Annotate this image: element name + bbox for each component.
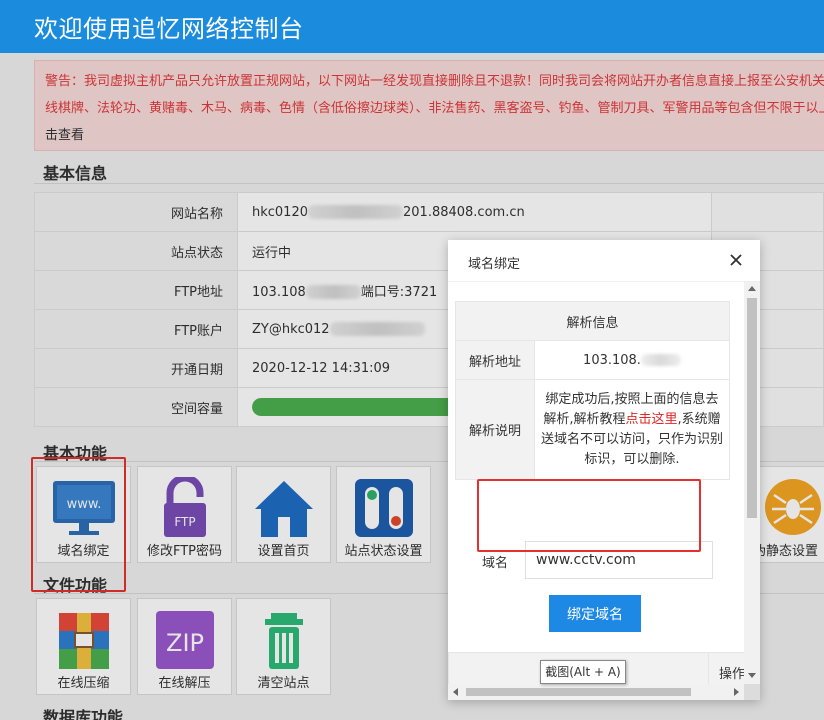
horizontal-scrollbar[interactable] bbox=[448, 684, 744, 700]
operation-column-header: 操作 bbox=[708, 652, 744, 684]
domain-field-label: 域名 bbox=[482, 556, 509, 571]
screenshot-tooltip: 截图(Alt + A) bbox=[540, 660, 626, 684]
scroll-up-arrow-icon[interactable] bbox=[748, 286, 756, 291]
table-row: 解析说明 绑定成功后,按照上面的信息去解析,解析教程点击这里,系统赠送域名不可以… bbox=[455, 379, 730, 480]
top-bar: 欢迎使用追忆网络控制台 bbox=[0, 0, 824, 53]
table-row: 解析地址 103.108. bbox=[455, 340, 730, 380]
domain-binding-dialog: 域名绑定 解析信息 解析地址 103.108. 解析说明 绑定成功后,按照上面的… bbox=[448, 240, 760, 700]
table-row: 解析信息 bbox=[455, 301, 730, 341]
resolve-address-label: 解析地址 bbox=[455, 340, 535, 380]
dialog-title: 域名绑定 bbox=[468, 257, 521, 272]
resolve-address-value: 103.108. bbox=[534, 340, 730, 380]
redaction bbox=[640, 354, 681, 366]
scroll-down-arrow-icon[interactable] bbox=[748, 673, 756, 678]
scrollbar-thumb[interactable] bbox=[747, 298, 757, 518]
scrollbar-thumb[interactable] bbox=[466, 688, 691, 696]
scroll-right-arrow-icon[interactable] bbox=[734, 688, 739, 696]
scroll-left-arrow-icon[interactable] bbox=[453, 688, 458, 696]
dialog-header: 域名绑定 bbox=[448, 240, 760, 282]
resolve-description-text: 绑定成功后,按照上面的信息去解析,解析教程点击这里,系统赠送域名不可以访问，只作… bbox=[534, 379, 730, 480]
bind-domain-button[interactable]: 绑定域名 bbox=[549, 595, 641, 632]
console-title: 欢迎使用追忆网络控制台 bbox=[34, 15, 304, 43]
resolve-description-label: 解析说明 bbox=[455, 379, 535, 480]
close-icon[interactable] bbox=[728, 252, 744, 268]
vertical-scrollbar[interactable] bbox=[744, 282, 760, 684]
resolve-info-header: 解析信息 bbox=[455, 301, 730, 341]
resolve-info-table: 解析信息 解析地址 103.108. 解析说明 绑定成功后,按照上面的信息去解析… bbox=[455, 301, 730, 480]
tutorial-link[interactable]: 点击这里 bbox=[625, 412, 677, 427]
highlight-box bbox=[477, 479, 701, 552]
